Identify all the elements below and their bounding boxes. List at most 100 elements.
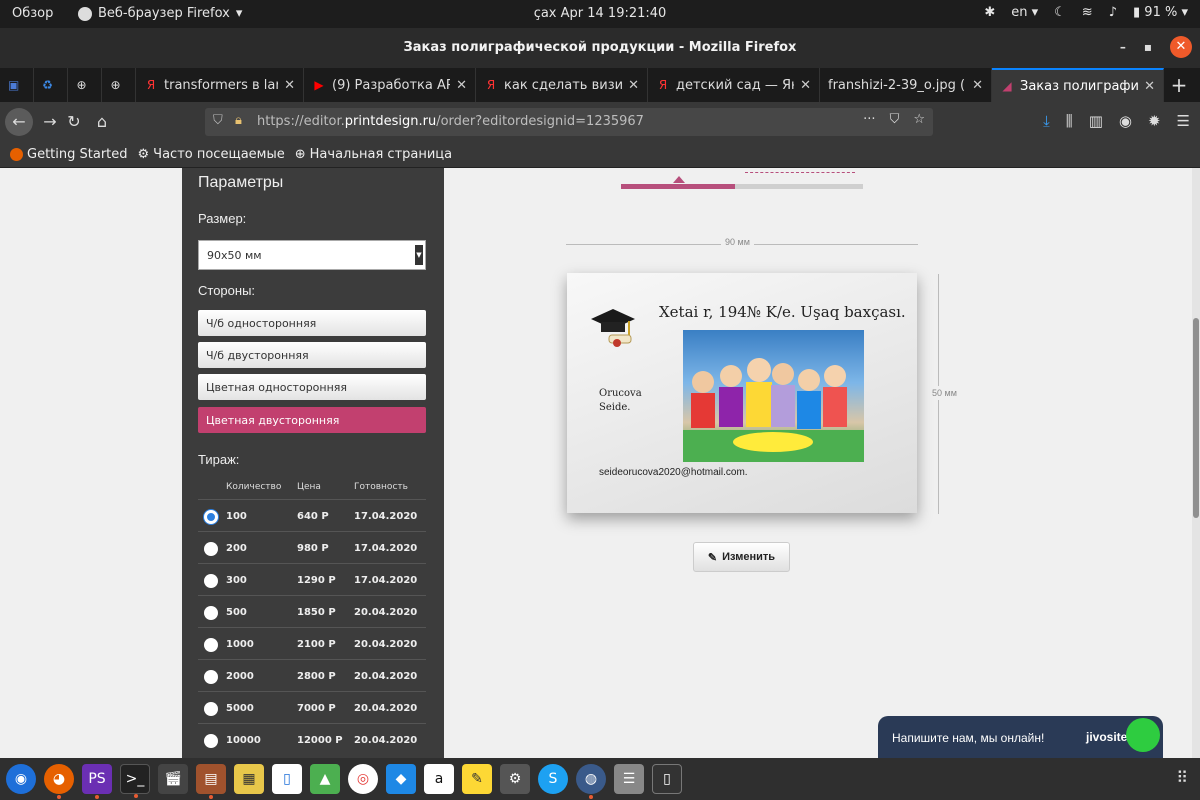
radio-button[interactable] [204,606,218,620]
terminal-icon[interactable]: >_ [120,764,150,798]
chrome-icon[interactable]: ◉ [6,764,36,794]
reload-button[interactable]: ↻ [62,110,86,134]
close-icon[interactable]: ✕ [1144,79,1155,94]
shield-icon[interactable]: ⛉ [213,113,223,128]
phone-icon[interactable]: ▯ [652,764,682,794]
edit-button[interactable]: ✎ Изменить [693,542,790,572]
amazon-icon[interactable]: a [424,764,454,794]
radio-button[interactable] [204,670,218,684]
page-scrollbar[interactable] [1192,168,1200,758]
shotwell-icon[interactable]: ◆ [386,764,416,794]
bluetooth-icon[interactable]: ✱ [984,5,995,20]
tirazh-row[interactable]: 5000 7000 Р 20.04.2020 [198,691,426,723]
document-icon[interactable]: ▯ [272,764,302,794]
window-title: Заказ полиграфической продукции - Mozill… [403,40,797,55]
tirazh-row[interactable]: 2000 2800 Р 20.04.2020 [198,659,426,691]
forward-button[interactable]: → [38,110,62,134]
home-button[interactable]: ⌂ [90,110,114,134]
bookmark-start-page[interactable]: ⊕ Начальная страница [295,147,452,162]
tab-franshizi-image[interactable]: franshizi-2-39_o.jpg (Из✕ [820,68,992,102]
radio-button[interactable] [204,542,218,556]
back-button[interactable]: ← [5,108,33,136]
side-option-color-single[interactable]: Цветная односторонняя [198,374,426,400]
help-icon[interactable]: ◎ [348,764,378,794]
navigation-bar: ← → ↻ ⌂ ⛉ 🔒︎ https://editor.printdesign.… [0,102,1200,142]
side-option-bw-double[interactable]: Ч/б двусторонняя [198,342,426,368]
size-label: Размер: [198,211,247,226]
close-icon[interactable]: ✕ [284,78,295,93]
tab-vizitka[interactable]: Якак сделать визитк✕ [476,68,648,102]
page-actions-icon[interactable]: ··· [863,112,875,127]
sticky-notes-icon[interactable]: ▦ [234,764,264,794]
bookmark-getting-started[interactable]: Getting Started [10,147,128,162]
radio-button[interactable] [204,638,218,652]
show-applications-icon[interactable]: ⠿ [1176,768,1188,787]
radio-button[interactable] [204,702,218,716]
server-icon[interactable]: ☰ [614,764,644,794]
tab-pinned-1[interactable]: ▣ [0,68,34,102]
people-icon: ▣ [8,78,20,92]
printdesign-icon: ◢ [1002,79,1012,93]
gear-icon: ⚙ [137,147,150,162]
minimize-icon[interactable]: – [1120,40,1126,54]
skype-icon[interactable]: S [538,764,568,794]
close-icon[interactable]: ✕ [628,78,639,93]
account-icon[interactable]: ◉ [1119,112,1132,130]
yandex-icon: Я [658,78,668,92]
maximize-icon[interactable]: ▪ [1144,40,1152,54]
archive-icon[interactable]: ▤ [196,764,226,799]
progress-fill [621,184,735,189]
yandex-icon: Я [486,78,496,92]
scrollbar-thumb[interactable] [1193,318,1199,518]
network-icon[interactable]: ◍ [576,764,606,799]
close-icon[interactable]: ✕ [456,78,467,93]
notes-icon[interactable]: ✎ [462,764,492,794]
battery-indicator[interactable]: ▮ 91 % ▾ [1133,5,1188,20]
system-tray[interactable]: ✱ en ▾ ☾ ≋ ♪ ▮ 91 % ▾ [984,5,1188,20]
close-icon[interactable]: ✕ [800,78,811,93]
url-bar[interactable]: ⛉ 🔒︎ https://editor.printdesign.ru/order… [205,108,933,136]
tirazh-row[interactable]: 100 640 Р 17.04.2020 [198,499,426,531]
chat-widget[interactable]: Напишите нам, мы онлайн! jivosite [878,716,1163,758]
close-icon[interactable]: ✕ [1170,36,1192,58]
yandex-icon: Я [146,78,156,92]
tirazh-row[interactable]: 300 1290 Р 17.04.2020 [198,563,426,595]
window-titlebar: Заказ полиграфической продукции - Mozill… [0,28,1200,68]
close-icon[interactable]: ✕ [972,78,983,93]
bookmark-most-visited[interactable]: ⚙ Часто посещаемые [138,147,285,162]
download-icon[interactable]: ⤓ [1043,112,1050,130]
extension-gear-icon[interactable]: ✹ [1148,112,1161,130]
language-indicator[interactable]: en ▾ [1011,5,1038,20]
tab-pinned-4[interactable]: ⊕ [102,68,136,102]
size-select[interactable]: 90х50 мм ▼ [198,240,426,270]
tab-transformers[interactable]: Яtransformers в larav✕ [136,68,304,102]
radio-selected[interactable] [204,510,218,524]
settings-icon[interactable]: ⚙ [500,764,530,794]
tab-youtube[interactable]: ▶(9) Разработка API с✕ [304,68,476,102]
new-tab-button[interactable]: + [1164,68,1194,102]
sidebar-icon[interactable]: ▥ [1089,112,1103,130]
lock-icon[interactable]: 🔒︎ [235,113,242,128]
image-viewer-icon[interactable]: ▲ [310,764,340,794]
phpstorm-icon[interactable]: PS [82,764,112,799]
bookmark-star-icon[interactable]: ☆ [913,112,925,127]
menu-icon[interactable]: ☰ [1177,112,1190,130]
radio-button[interactable] [204,734,218,748]
tab-detsky-sad[interactable]: Ядетский сад — Янд✕ [648,68,820,102]
video-editor-icon[interactable]: 🎬︎ [158,764,188,794]
radio-button[interactable] [204,574,218,588]
tirazh-row[interactable]: 500 1850 Р 20.04.2020 [198,595,426,627]
recycle-icon: ♻ [42,78,53,92]
side-option-color-double[interactable]: Цветная двусторонняя [198,407,426,433]
side-option-bw-single[interactable]: Ч/б односторонняя [198,310,426,336]
col-price: Цена [297,482,321,492]
tab-pinned-3[interactable]: ⊕ [68,68,102,102]
tirazh-row[interactable]: 1000 2100 Р 20.04.2020 [198,627,426,659]
firefox-icon[interactable]: ◕ [44,764,74,799]
tab-order-active[interactable]: ◢Заказ полиграфиче✕ [992,68,1164,102]
pocket-icon[interactable]: ⛉ [890,112,900,127]
tirazh-row[interactable]: 200 980 Р 17.04.2020 [198,531,426,563]
tab-pinned-2[interactable]: ♻ [34,68,68,102]
library-icon[interactable]: ⫼ [1066,112,1073,130]
tirazh-row[interactable]: 10000 12000 Р 20.04.2020 [198,723,426,755]
